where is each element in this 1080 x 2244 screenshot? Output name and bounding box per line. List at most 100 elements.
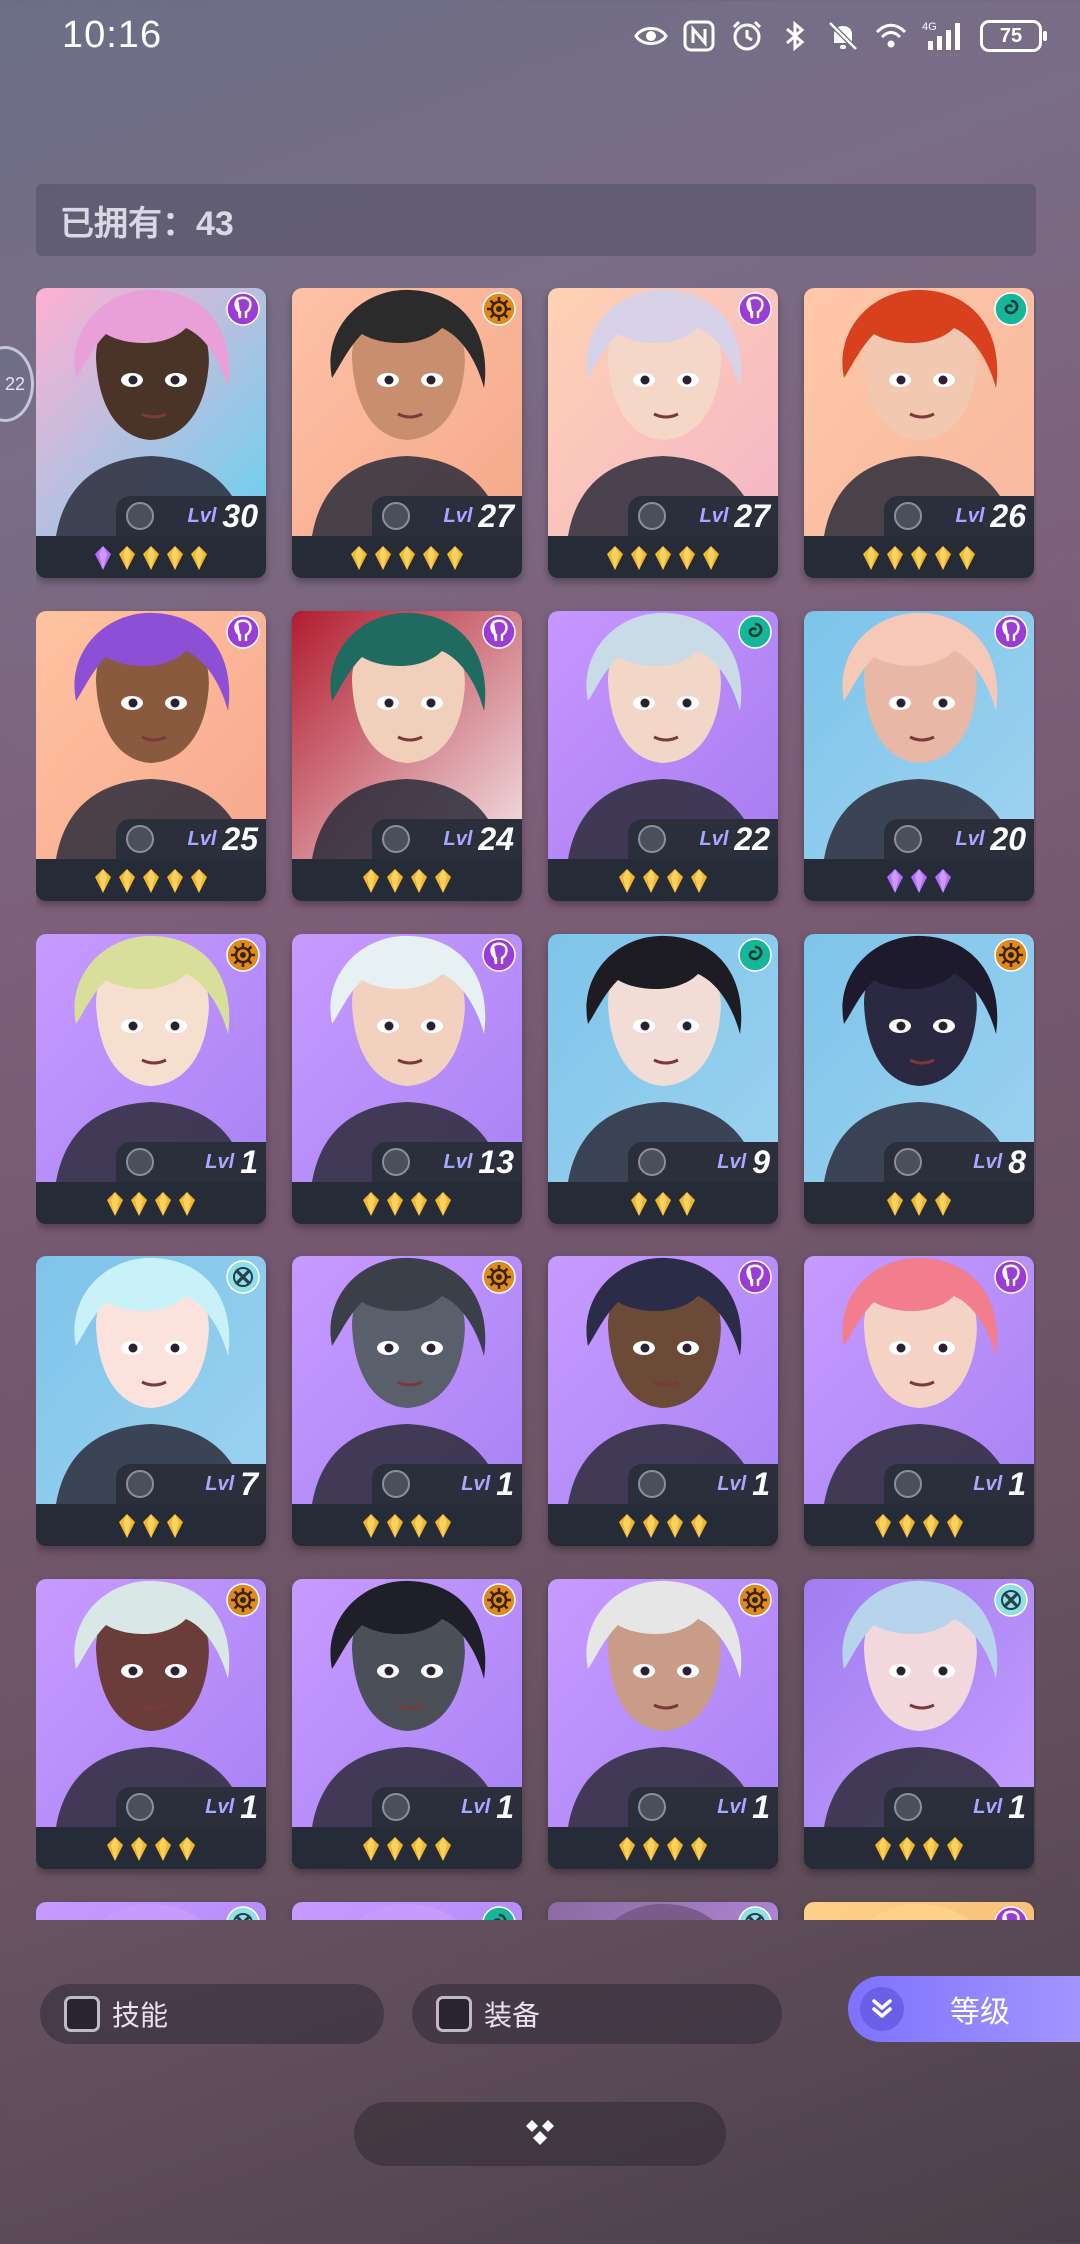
purple-gem-icon bbox=[95, 546, 111, 570]
gold-gem-icon bbox=[899, 1837, 915, 1861]
class-cyan-icon bbox=[226, 1906, 260, 1920]
level-label: Lvl bbox=[973, 1472, 1003, 1495]
gold-gem-icon bbox=[935, 1192, 951, 1216]
class-purple-icon bbox=[226, 615, 260, 649]
skill-slot-icon bbox=[638, 825, 666, 853]
hero-card[interactable]: Lvl 26 bbox=[804, 288, 1034, 578]
gold-gem-icon bbox=[387, 1514, 403, 1538]
filter-bar: 技能 装备 等级 bbox=[0, 1976, 1080, 2046]
gold-gem-icon bbox=[131, 1192, 147, 1216]
hero-card[interactable]: Lvl 24 bbox=[292, 611, 522, 901]
level-value: 7 bbox=[240, 1465, 258, 1502]
level-label: Lvl bbox=[717, 1795, 747, 1818]
gold-gem-icon bbox=[143, 546, 159, 570]
level-value: 1 bbox=[240, 1143, 258, 1180]
hero-card[interactable]: Lvl 27 bbox=[292, 288, 522, 578]
level-sort-button[interactable]: 等级 bbox=[848, 1976, 1080, 2042]
class-purple-icon bbox=[994, 1260, 1028, 1294]
hero-card[interactable] bbox=[292, 1902, 522, 1920]
class-orange-icon bbox=[226, 1583, 260, 1617]
level-value: 8 bbox=[1008, 1143, 1026, 1180]
gold-gem-icon bbox=[95, 869, 111, 893]
gold-gem-icon bbox=[703, 546, 719, 570]
gold-gem-icon bbox=[923, 1837, 939, 1861]
hero-rank-gems bbox=[36, 861, 266, 901]
level-strip: Lvl 1 bbox=[884, 1787, 1034, 1827]
owned-count-bar: 已拥有：43 bbox=[36, 184, 1036, 256]
hero-card[interactable]: Lvl 1 bbox=[292, 1256, 522, 1546]
skill-slot-icon bbox=[894, 502, 922, 530]
bottom-menu-pill[interactable] bbox=[354, 2102, 726, 2166]
hero-card[interactable]: Lvl 1 bbox=[36, 1579, 266, 1869]
hero-card[interactable]: Lvl 1 bbox=[548, 1579, 778, 1869]
hero-card[interactable]: Lvl 7 bbox=[36, 1256, 266, 1546]
hero-card[interactable]: Lvl 20 bbox=[804, 611, 1034, 901]
gold-gem-icon bbox=[863, 546, 879, 570]
level-value: 1 bbox=[496, 1788, 514, 1825]
skill-checkbox[interactable] bbox=[64, 1996, 100, 2032]
gold-gem-icon bbox=[435, 1837, 451, 1861]
gold-gem-icon bbox=[631, 1192, 647, 1216]
gold-gem-icon bbox=[619, 1837, 635, 1861]
hero-card[interactable] bbox=[36, 1902, 266, 1920]
gold-gem-icon bbox=[619, 1514, 635, 1538]
level-label: Lvl bbox=[205, 1472, 235, 1495]
level-value: 30 bbox=[222, 497, 258, 534]
gold-gem-icon bbox=[643, 869, 659, 893]
skill-slot-icon bbox=[894, 1470, 922, 1498]
gold-gem-icon bbox=[167, 1514, 183, 1538]
skill-filter-label: 技能 bbox=[112, 2000, 169, 2031]
level-sort-label: 等级 bbox=[950, 1996, 1010, 2029]
hero-card[interactable]: Lvl 25 bbox=[36, 611, 266, 901]
gold-gem-icon bbox=[411, 1192, 427, 1216]
hero-rank-gems bbox=[548, 1184, 778, 1224]
hero-card[interactable]: Lvl 1 bbox=[548, 1256, 778, 1546]
gold-gem-icon bbox=[947, 1514, 963, 1538]
level-value: 20 bbox=[990, 820, 1026, 857]
alarm-icon bbox=[732, 20, 762, 51]
gold-gem-icon bbox=[911, 546, 927, 570]
skill-slot-icon bbox=[382, 502, 410, 530]
hero-card[interactable]: Lvl 1 bbox=[36, 934, 266, 1224]
hero-card[interactable]: Lvl 27 bbox=[548, 288, 778, 578]
side-floating-tab[interactable]: 22 bbox=[0, 346, 34, 422]
level-value: 13 bbox=[478, 1143, 514, 1180]
skill-filter[interactable]: 技能 bbox=[40, 1984, 384, 2044]
hero-card[interactable] bbox=[548, 1902, 778, 1920]
gold-gem-icon bbox=[119, 1514, 135, 1538]
bluetooth-icon bbox=[786, 20, 805, 52]
level-value: 25 bbox=[222, 820, 258, 857]
level-value: 1 bbox=[752, 1465, 770, 1502]
level-label: Lvl bbox=[717, 1472, 747, 1495]
gold-gem-icon bbox=[107, 1192, 123, 1216]
hero-rank-gems bbox=[804, 538, 1034, 578]
hero-card[interactable]: Lvl 9 bbox=[548, 934, 778, 1224]
equipment-filter[interactable]: 装备 bbox=[412, 1984, 782, 2044]
class-teal-icon bbox=[738, 938, 772, 972]
hero-card[interactable]: Lvl 8 bbox=[804, 934, 1034, 1224]
class-purple-icon bbox=[226, 292, 260, 326]
level-strip: Lvl 1 bbox=[628, 1464, 778, 1504]
gold-gem-icon bbox=[399, 546, 415, 570]
skill-slot-icon bbox=[126, 825, 154, 853]
level-label: Lvl bbox=[461, 1472, 491, 1495]
hero-card[interactable]: Lvl 1 bbox=[804, 1256, 1034, 1546]
mute-icon bbox=[828, 21, 858, 51]
hero-card[interactable]: Lvl 1 bbox=[804, 1579, 1034, 1869]
hero-rank-gems bbox=[292, 861, 522, 901]
gold-gem-icon bbox=[887, 1192, 903, 1216]
skill-slot-icon bbox=[126, 1148, 154, 1176]
class-purple-icon bbox=[994, 1906, 1028, 1920]
hero-card[interactable]: Lvl 30 bbox=[36, 288, 266, 578]
hero-card[interactable] bbox=[804, 1902, 1034, 1920]
hero-card[interactable]: Lvl 1 bbox=[292, 1579, 522, 1869]
side-tab-label: 22 bbox=[4, 373, 25, 394]
hero-card[interactable]: Lvl 13 bbox=[292, 934, 522, 1224]
class-orange-icon bbox=[994, 938, 1028, 972]
skill-slot-icon bbox=[126, 1793, 154, 1821]
gold-gem-icon bbox=[435, 1192, 451, 1216]
gold-gem-icon bbox=[935, 546, 951, 570]
equipment-checkbox[interactable] bbox=[436, 1996, 472, 2032]
wifi-icon bbox=[875, 23, 907, 48]
hero-card[interactable]: Lvl 22 bbox=[548, 611, 778, 901]
